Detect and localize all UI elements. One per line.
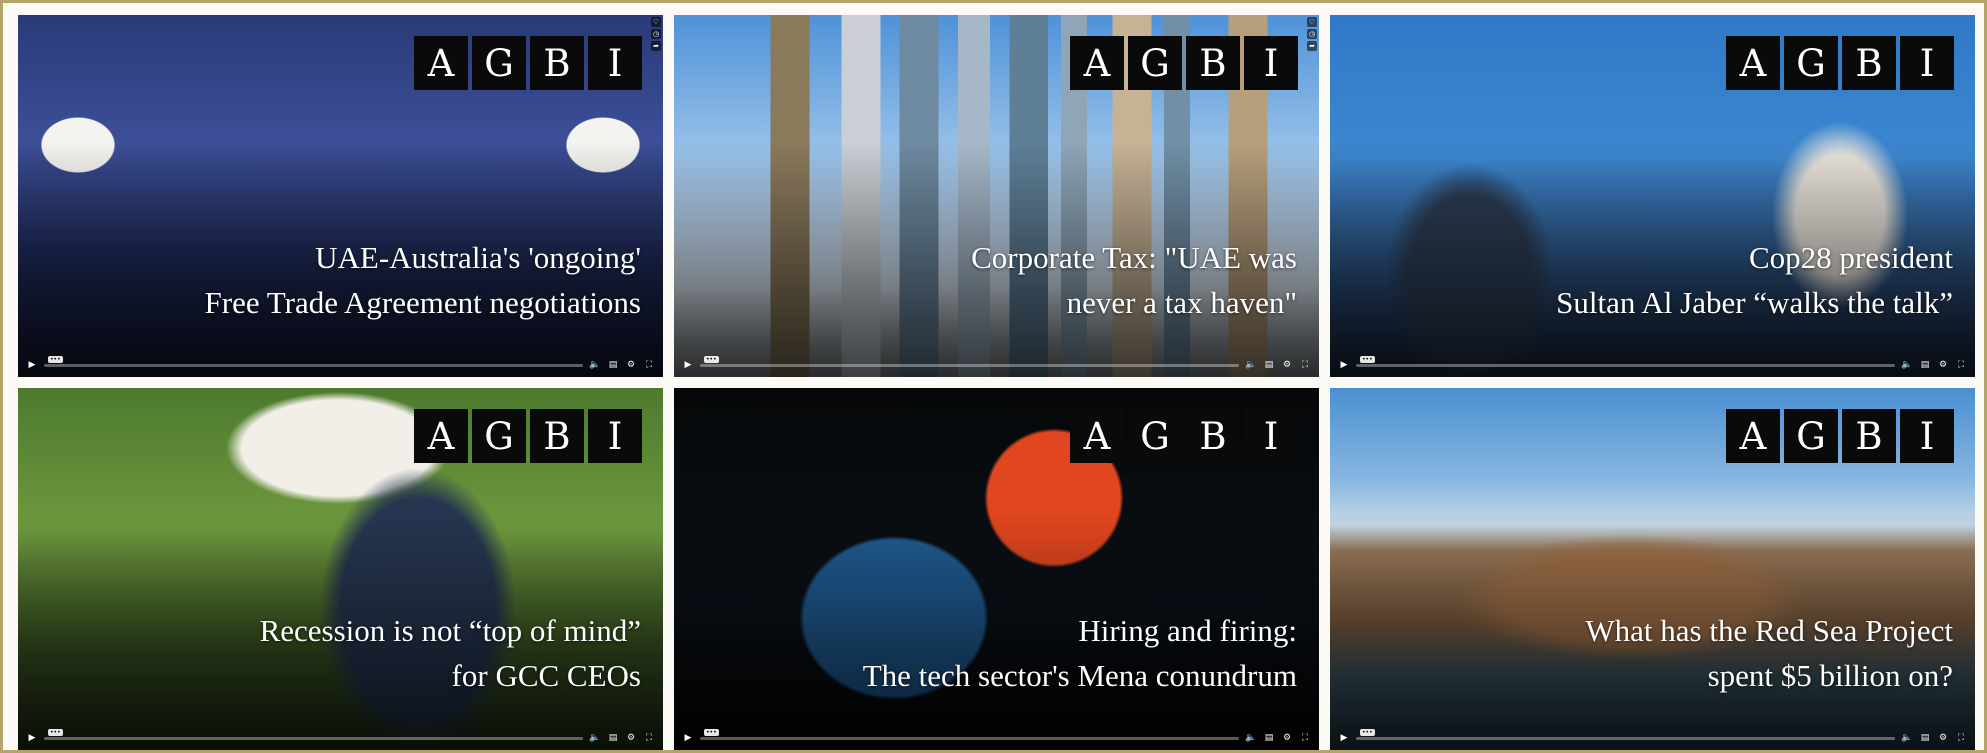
progress-bar[interactable] bbox=[700, 736, 1239, 740]
progress-bar[interactable] bbox=[1356, 736, 1895, 740]
volume-icon[interactable]: 🔈 bbox=[589, 732, 601, 744]
player-controls: ▶ 🔈 ▤ ⚙ ⛶ bbox=[674, 726, 1319, 750]
video-headline: UAE-Australia's 'ongoing' Free Trade Agr… bbox=[204, 240, 642, 320]
volume-icon[interactable]: 🔈 bbox=[1245, 732, 1257, 744]
gear-icon[interactable]: ⚙ bbox=[1937, 732, 1949, 744]
video-card[interactable]: A G B I ♡ ◷ ➦ Corporate Tax: "UAE was ne… bbox=[674, 15, 1319, 377]
video-headline: Cop28 president Sultan Al Jaber “walks t… bbox=[1556, 240, 1953, 320]
video-headline: What has the Red Sea Project spent $5 bi… bbox=[1585, 613, 1953, 693]
play-icon[interactable]: ▶ bbox=[26, 359, 38, 371]
player-controls: ▶ 🔈 ▤ ⚙ ⛶ bbox=[18, 726, 663, 750]
play-icon[interactable]: ▶ bbox=[682, 732, 694, 744]
fullscreen-icon[interactable]: ⛶ bbox=[1299, 732, 1311, 744]
captions-icon[interactable]: ▤ bbox=[607, 359, 619, 371]
fullscreen-icon[interactable]: ⛶ bbox=[1299, 359, 1311, 371]
heart-icon[interactable]: ♡ bbox=[1307, 17, 1317, 27]
clock-icon[interactable]: ◷ bbox=[651, 29, 661, 39]
fullscreen-icon[interactable]: ⛶ bbox=[1955, 359, 1967, 371]
embed-actions: ♡ ◷ ➦ bbox=[651, 17, 661, 51]
agbi-logo: A G B I bbox=[1070, 409, 1298, 463]
volume-icon[interactable]: 🔈 bbox=[589, 359, 601, 371]
agbi-logo: A G B I bbox=[1726, 36, 1954, 90]
progress-bar[interactable] bbox=[44, 736, 583, 740]
video-headline: Hiring and firing: The tech sector's Men… bbox=[862, 613, 1297, 693]
fullscreen-icon[interactable]: ⛶ bbox=[1955, 732, 1967, 744]
gear-icon[interactable]: ⚙ bbox=[625, 359, 637, 371]
share-icon[interactable]: ➦ bbox=[651, 41, 661, 51]
video-grid: A G B I ♡ ◷ ➦ UAE-Australia's 'ongoing' … bbox=[18, 15, 1975, 750]
play-icon[interactable]: ▶ bbox=[682, 359, 694, 371]
clock-icon[interactable]: ◷ bbox=[1307, 29, 1317, 39]
video-gallery-frame: A G B I ♡ ◷ ➦ UAE-Australia's 'ongoing' … bbox=[0, 0, 1987, 753]
captions-icon[interactable]: ▤ bbox=[1263, 732, 1275, 744]
volume-icon[interactable]: 🔈 bbox=[1901, 359, 1913, 371]
captions-icon[interactable]: ▤ bbox=[1919, 732, 1931, 744]
gear-icon[interactable]: ⚙ bbox=[625, 732, 637, 744]
player-controls: ▶ 🔈 ▤ ⚙ ⛶ bbox=[1330, 353, 1975, 377]
agbi-logo: A G B I bbox=[414, 36, 642, 90]
agbi-logo: A G B I bbox=[1726, 409, 1954, 463]
embed-actions: ♡ ◷ ➦ bbox=[1307, 17, 1317, 51]
video-card[interactable]: A G B I Cop28 president Sultan Al Jaber … bbox=[1330, 15, 1975, 377]
gear-icon[interactable]: ⚙ bbox=[1281, 359, 1293, 371]
share-icon[interactable]: ➦ bbox=[1307, 41, 1317, 51]
player-controls: ▶ 🔈 ▤ ⚙ ⛶ bbox=[674, 353, 1319, 377]
progress-bar[interactable] bbox=[700, 363, 1239, 367]
volume-icon[interactable]: 🔈 bbox=[1245, 359, 1257, 371]
volume-icon[interactable]: 🔈 bbox=[1901, 732, 1913, 744]
captions-icon[interactable]: ▤ bbox=[1919, 359, 1931, 371]
captions-icon[interactable]: ▤ bbox=[607, 732, 619, 744]
video-card[interactable]: A G B I ♡ ◷ ➦ UAE-Australia's 'ongoing' … bbox=[18, 15, 663, 377]
progress-bar[interactable] bbox=[44, 363, 583, 367]
gear-icon[interactable]: ⚙ bbox=[1281, 732, 1293, 744]
video-card[interactable]: A G B I What has the Red Sea Project spe… bbox=[1330, 388, 1975, 750]
progress-bar[interactable] bbox=[1356, 363, 1895, 367]
player-controls: ▶ 🔈 ▤ ⚙ ⛶ bbox=[18, 353, 663, 377]
video-card[interactable]: A G B I Hiring and firing: The tech sect… bbox=[674, 388, 1319, 750]
fullscreen-icon[interactable]: ⛶ bbox=[643, 732, 655, 744]
fullscreen-icon[interactable]: ⛶ bbox=[643, 359, 655, 371]
play-icon[interactable]: ▶ bbox=[1338, 359, 1350, 371]
gear-icon[interactable]: ⚙ bbox=[1937, 359, 1949, 371]
captions-icon[interactable]: ▤ bbox=[1263, 359, 1275, 371]
agbi-logo: A G B I bbox=[414, 409, 642, 463]
heart-icon[interactable]: ♡ bbox=[651, 17, 661, 27]
video-headline: Corporate Tax: "UAE was never a tax have… bbox=[971, 240, 1297, 320]
player-controls: ▶ 🔈 ▤ ⚙ ⛶ bbox=[1330, 726, 1975, 750]
play-icon[interactable]: ▶ bbox=[26, 732, 38, 744]
agbi-logo: A G B I bbox=[1070, 36, 1298, 90]
play-icon[interactable]: ▶ bbox=[1338, 732, 1350, 744]
video-card[interactable]: A G B I Recession is not “top of mind” f… bbox=[18, 388, 663, 750]
video-headline: Recession is not “top of mind” for GCC C… bbox=[259, 613, 641, 693]
